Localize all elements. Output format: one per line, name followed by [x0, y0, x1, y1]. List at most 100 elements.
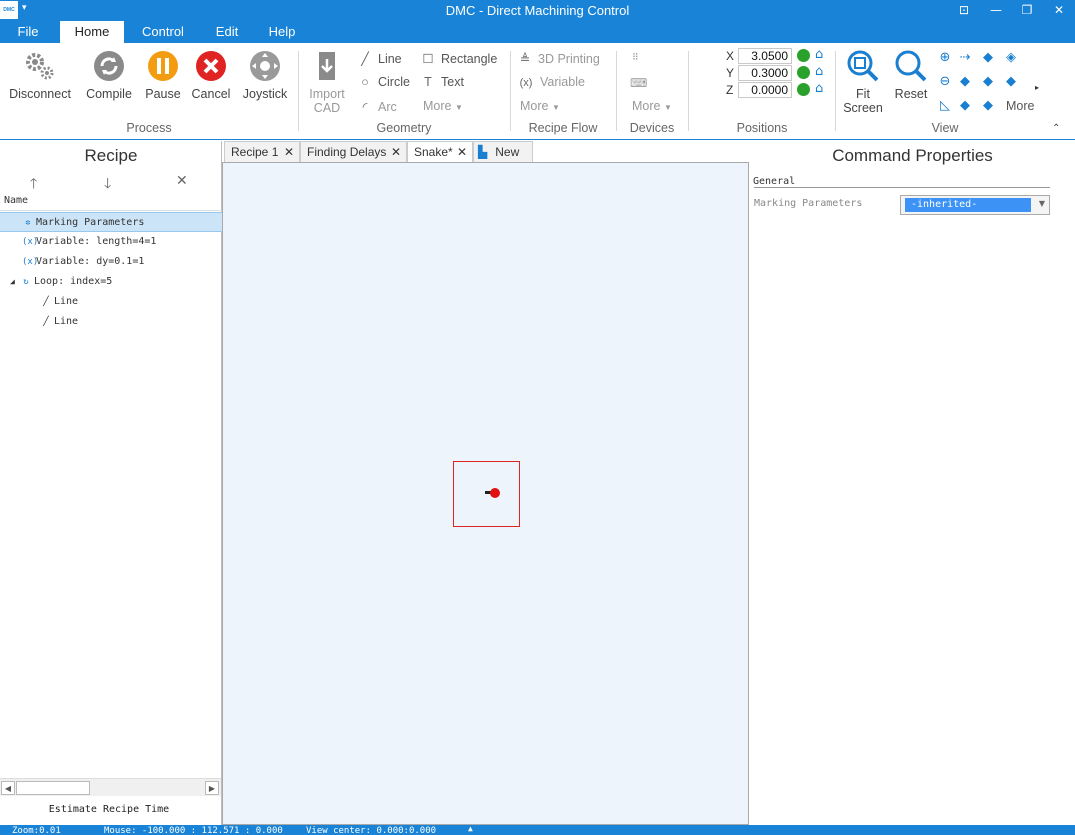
view-more-button[interactable]: More: [1006, 99, 1034, 113]
geometry-more-label: More: [423, 99, 452, 113]
tree-expand-icon[interactable]: ◢: [10, 272, 20, 292]
marking-parameters-label: Marking Parameters: [754, 198, 863, 209]
tab-edit[interactable]: Edit: [202, 21, 252, 43]
variable-button[interactable]: (x) Variable: [517, 75, 585, 89]
chevron-down-icon[interactable]: ▼: [1039, 199, 1045, 208]
zoom-in-icon[interactable]: ⊕: [937, 50, 953, 66]
cube-front-icon[interactable]: ◆: [980, 50, 996, 66]
group-devices-label: Devices: [629, 121, 675, 135]
scroll-left-icon[interactable]: ◀: [1, 781, 15, 795]
reset-view-button[interactable]: Reset: [890, 49, 932, 101]
restore-ribbon-icon[interactable]: ⊡: [949, 2, 979, 19]
recipe-flow-more-button[interactable]: More ▼: [520, 99, 560, 113]
tree-item-loop[interactable]: ◢ ↻ Loop: index=5: [0, 272, 222, 292]
tree-item-line[interactable]: ╱ Line: [0, 312, 222, 332]
ribbon-separator: [616, 51, 617, 131]
tree-item-line[interactable]: ╱ Line: [0, 292, 222, 312]
tab-home[interactable]: Home: [60, 21, 124, 43]
marking-parameters-select[interactable]: -inherited- ▼: [900, 195, 1050, 215]
tab-label: Recipe 1: [231, 145, 279, 159]
x-home-icon[interactable]: ⌂: [815, 48, 829, 62]
rectangle-button[interactable]: ☐ Rectangle: [420, 51, 497, 66]
scroll-right-icon[interactable]: ▶: [205, 781, 219, 795]
horizontal-scrollbar[interactable]: ◀ ▶: [0, 778, 221, 796]
menu-bar: File Home Control Edit Help: [0, 21, 1075, 43]
text-button[interactable]: T Text: [420, 75, 464, 89]
fit-screen-label-2: Screen: [843, 101, 883, 115]
delete-icon[interactable]: ✕: [176, 173, 188, 189]
3d-printing-icon: ≜: [519, 52, 531, 66]
cube-back-icon[interactable]: ◆: [1003, 74, 1019, 90]
arc-button[interactable]: ◜ Arc: [357, 99, 397, 114]
rectangle-icon: ☐: [422, 52, 434, 66]
tree-item-label: Line: [54, 316, 79, 327]
cube-bottom-icon[interactable]: ◆: [980, 98, 996, 114]
tree-item-marking-parameters[interactable]: ✲ Marking Parameters: [0, 212, 222, 232]
drawing-canvas[interactable]: [222, 162, 749, 825]
tab-snake[interactable]: Snake* ✕: [407, 141, 473, 162]
import-cad-label-1: Import: [309, 87, 345, 101]
close-button[interactable]: ✕: [1044, 2, 1074, 19]
tab-recipe-1[interactable]: Recipe 1 ✕: [224, 141, 300, 162]
geometry-more-button[interactable]: More ▼: [423, 99, 463, 113]
cube-iso-icon[interactable]: ◆: [957, 98, 973, 114]
3d-printing-button[interactable]: ≜ 3D Printing: [517, 51, 600, 66]
ribbon-scroll-right-icon[interactable]: ▸: [1035, 83, 1039, 92]
rectangle-label: Rectangle: [441, 52, 498, 66]
tab-finding-delays[interactable]: Finding Delays ✕: [300, 141, 407, 162]
scrollbar-thumb[interactable]: [16, 781, 90, 795]
cube-right-icon[interactable]: ◆: [980, 74, 996, 90]
zoom-out-icon[interactable]: ⊖: [937, 74, 953, 90]
disconnect-button[interactable]: Disconnect: [4, 49, 76, 101]
tree-item-variable-dy[interactable]: (x)Variable: dy=0.1=1: [0, 252, 222, 272]
maximize-button[interactable]: ❐: [1012, 2, 1042, 19]
move-up-icon[interactable]: 🡑: [30, 173, 37, 197]
import-cad-button[interactable]: Import CAD: [304, 49, 350, 115]
joystick-button[interactable]: Joystick: [238, 49, 292, 101]
pan-right-icon[interactable]: ⇢: [957, 50, 973, 66]
close-tab-icon[interactable]: ✕: [391, 142, 401, 163]
tab-label: Finding Delays: [307, 145, 387, 159]
reset-view-label: Reset: [894, 87, 928, 101]
tab-new[interactable]: ▙ New: [473, 141, 533, 162]
pause-label: Pause: [145, 87, 181, 101]
circle-button[interactable]: ○ Circle: [357, 75, 410, 89]
chevron-down-icon: ▼: [551, 103, 560, 112]
tab-control[interactable]: Control: [132, 21, 194, 43]
collapse-ribbon-icon[interactable]: ⌃: [1052, 123, 1060, 134]
estimate-recipe-time-button[interactable]: Estimate Recipe Time: [0, 801, 218, 819]
command-properties-title: Command Properties: [832, 146, 993, 165]
y-position-field[interactable]: 0.3000: [738, 65, 792, 81]
device-keyboard-icon[interactable]: ⌨: [630, 76, 647, 90]
arc-label: Arc: [378, 100, 397, 114]
move-down-icon[interactable]: 🡓: [104, 173, 111, 197]
device-io-icon[interactable]: ⠿: [632, 52, 639, 63]
minimize-button[interactable]: —: [981, 2, 1011, 19]
z-position-field[interactable]: 0.0000: [738, 82, 792, 98]
x-axis-label: X: [726, 49, 735, 63]
tab-file[interactable]: File: [4, 21, 52, 43]
zoom-status: Zoom:0.01: [12, 826, 61, 835]
line-button[interactable]: ╱ Line: [357, 51, 401, 66]
circle-label: Circle: [378, 75, 410, 89]
compile-button[interactable]: Compile: [80, 49, 138, 101]
app-window: DMC ▾ DMC - Direct Machining Control ⊡ —…: [0, 0, 1075, 835]
fit-screen-button[interactable]: Fit Screen: [840, 49, 886, 115]
tab-help[interactable]: Help: [258, 21, 306, 43]
z-home-icon[interactable]: ⌂: [815, 82, 829, 96]
x-position-field[interactable]: 3.0500: [738, 48, 792, 64]
tree-item-variable-length[interactable]: (x)Variable: length=4=1: [0, 232, 222, 252]
variable-label: Variable: [540, 75, 585, 89]
3d-printing-label: 3D Printing: [538, 52, 600, 66]
y-home-icon[interactable]: ⌂: [815, 65, 829, 79]
pause-button[interactable]: Pause: [142, 49, 184, 101]
measure-icon[interactable]: ◺: [937, 98, 953, 114]
close-tab-icon[interactable]: ✕: [284, 142, 294, 163]
close-tab-icon[interactable]: ✕: [457, 142, 467, 163]
selection-bounding-box: [453, 461, 520, 527]
cube-left-icon[interactable]: ◆: [957, 74, 973, 90]
cancel-button[interactable]: Cancel: [188, 49, 234, 101]
cube-top-icon[interactable]: ◈: [1003, 50, 1019, 66]
devices-more-button[interactable]: More ▼: [632, 99, 672, 113]
expand-status-icon[interactable]: ▲: [468, 823, 473, 835]
